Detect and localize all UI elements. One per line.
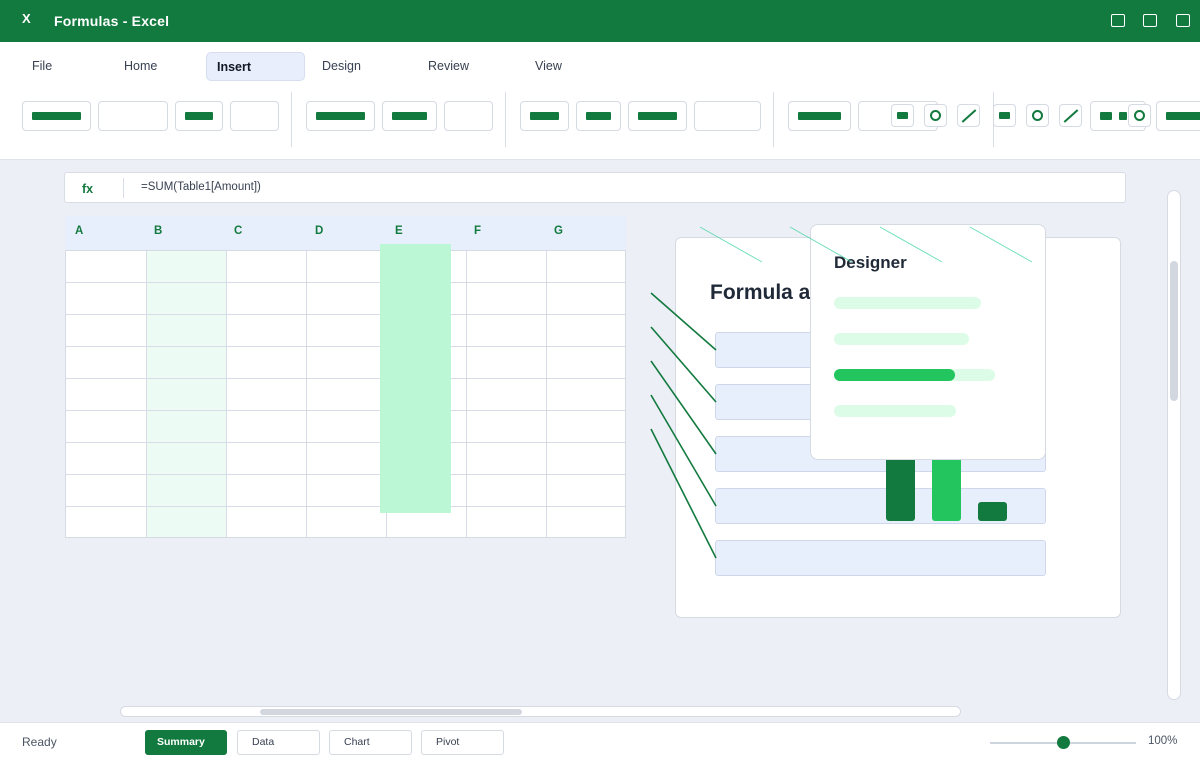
- gridline: [466, 251, 467, 537]
- card-title: Formula a: [710, 281, 811, 304]
- sheet-tab-data[interactable]: Data: [237, 730, 320, 755]
- shape-circle-icon[interactable]: [1128, 104, 1151, 127]
- sheet-tab-chart[interactable]: Chart: [329, 730, 412, 755]
- column-header-c[interactable]: C: [234, 225, 242, 237]
- minimize-icon[interactable]: [1111, 14, 1125, 27]
- column-b-fill: [146, 251, 227, 537]
- column-header-d[interactable]: D: [315, 225, 323, 237]
- ribbon-button[interactable]: [628, 101, 687, 131]
- designer-option-1[interactable]: [834, 297, 981, 309]
- zoom-slider-handle[interactable]: [1057, 736, 1070, 749]
- vertical-scrollbar[interactable]: [1167, 190, 1181, 700]
- ribbon-button[interactable]: [1156, 101, 1200, 131]
- gridline: [66, 474, 625, 475]
- zoom-level: 100%: [1148, 735, 1178, 747]
- window-title: Formulas - Excel: [54, 13, 170, 29]
- ribbon: File Home Insert Design Review View: [0, 42, 1200, 160]
- shape-rectangle-icon[interactable]: [891, 104, 914, 127]
- gridline: [306, 251, 307, 537]
- card-row[interactable]: [715, 540, 1046, 576]
- horizontal-scrollbar-thumb[interactable]: [260, 709, 522, 715]
- chart-bar-3: [978, 502, 1007, 521]
- gridline: [66, 378, 625, 379]
- designer-option-4[interactable]: [834, 405, 956, 417]
- ribbon-button[interactable]: [520, 101, 569, 131]
- gridline: [146, 251, 147, 537]
- ribbon-button[interactable]: [22, 101, 91, 131]
- ribbon-separator: [291, 92, 292, 147]
- horizontal-scrollbar[interactable]: [120, 706, 961, 717]
- tab-view[interactable]: View: [525, 52, 585, 81]
- designer-option-2[interactable]: [834, 333, 969, 345]
- tab-file[interactable]: File: [22, 52, 82, 81]
- ribbon-button[interactable]: [444, 101, 493, 131]
- ribbon-button[interactable]: [694, 101, 761, 131]
- ribbon-button[interactable]: [788, 101, 851, 131]
- ribbon-button[interactable]: [230, 101, 279, 131]
- ribbon-button[interactable]: [175, 101, 223, 131]
- designer-title: Designer: [834, 253, 907, 272]
- shape-circle-icon[interactable]: [1026, 104, 1049, 127]
- tab-design[interactable]: Design: [312, 52, 382, 81]
- ribbon-button[interactable]: [382, 101, 437, 131]
- gridline: [226, 251, 227, 537]
- tab-review[interactable]: Review: [418, 52, 488, 81]
- column-header-f[interactable]: F: [474, 225, 481, 237]
- column-header-g[interactable]: G: [554, 225, 563, 237]
- title-bar: X Formulas - Excel: [0, 0, 1200, 42]
- shape-line-icon[interactable]: [957, 104, 980, 127]
- vertical-scrollbar-thumb[interactable]: [1170, 261, 1178, 401]
- tab-home[interactable]: Home: [114, 52, 184, 81]
- ribbon-button[interactable]: [306, 101, 375, 131]
- shape-rectangle-icon[interactable]: [993, 104, 1016, 127]
- gridline: [66, 314, 625, 315]
- sheet-tab-summary[interactable]: Summary: [145, 730, 227, 755]
- column-header-a[interactable]: A: [75, 225, 83, 237]
- formula-bar: fx =SUM(Table1[Amount]): [64, 172, 1126, 203]
- gridline: [66, 410, 625, 411]
- designer-progress-track[interactable]: [834, 369, 995, 381]
- column-header-row: A B C D E F G: [65, 216, 626, 250]
- ribbon-button[interactable]: [576, 101, 621, 131]
- column-header-b[interactable]: B: [154, 225, 162, 237]
- ribbon-separator: [773, 92, 774, 147]
- status-bar: Ready Summary Data Chart Pivot 100%: [0, 722, 1200, 760]
- gridline: [66, 442, 625, 443]
- close-icon[interactable]: [1176, 14, 1190, 27]
- excel-logo-icon: X: [22, 11, 31, 26]
- ribbon-button[interactable]: [98, 101, 168, 131]
- gridline: [66, 282, 625, 283]
- gridline: [546, 251, 547, 537]
- column-header-e[interactable]: E: [395, 225, 403, 237]
- designer-progress-fill: [834, 369, 955, 381]
- tab-insert[interactable]: Insert: [206, 52, 305, 81]
- gridline: [66, 506, 625, 507]
- shape-circle-icon[interactable]: [924, 104, 947, 127]
- designer-panel: Designer: [810, 224, 1046, 460]
- maximize-icon[interactable]: [1143, 14, 1157, 27]
- sheet-tab-pivot[interactable]: Pivot: [421, 730, 504, 755]
- formula-input[interactable]: =SUM(Table1[Amount]): [141, 181, 261, 193]
- status-text: Ready: [22, 735, 57, 749]
- shape-line-icon[interactable]: [1059, 104, 1082, 127]
- formula-divider: [123, 178, 124, 198]
- spreadsheet-grid[interactable]: [65, 250, 626, 538]
- ribbon-separator: [505, 92, 506, 147]
- function-icon[interactable]: fx: [82, 182, 93, 196]
- gridline: [66, 346, 625, 347]
- column-e-selection[interactable]: [380, 244, 451, 513]
